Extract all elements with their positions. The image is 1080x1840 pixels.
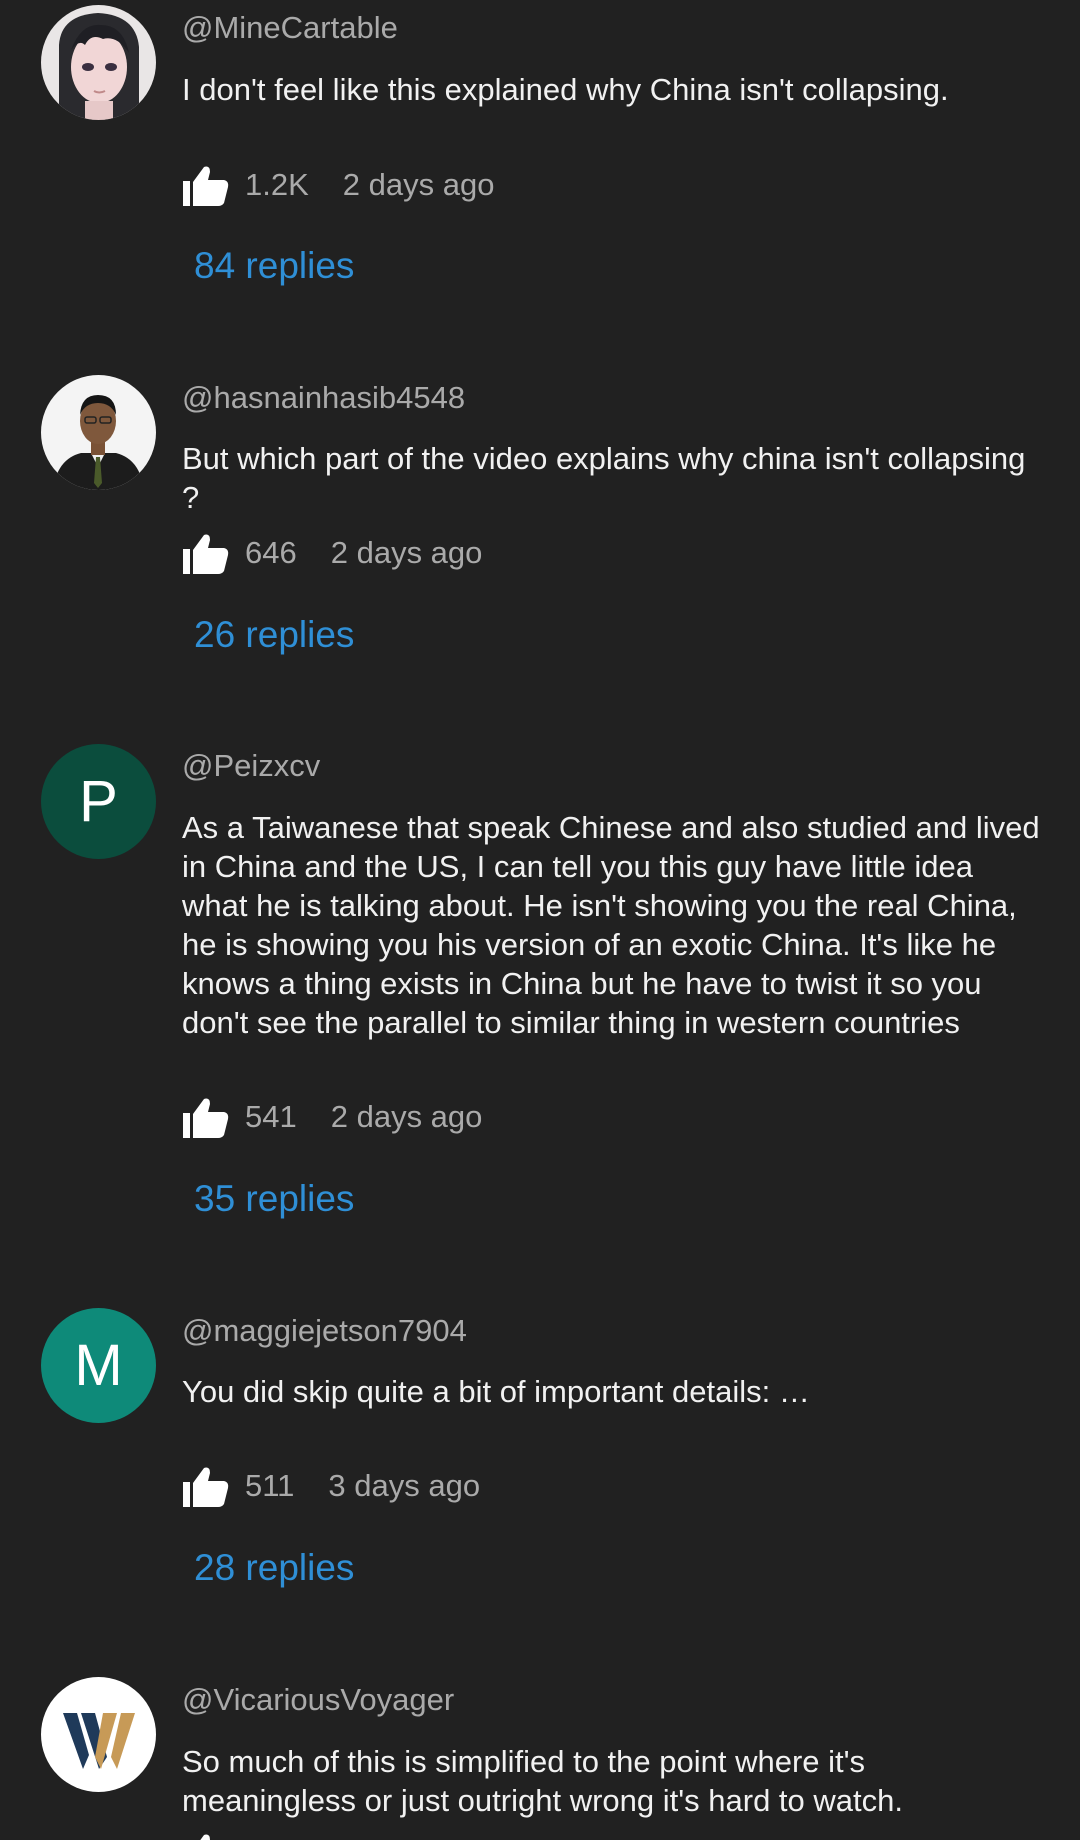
comment-author[interactable]: @hasnainhasib4548 xyxy=(182,380,465,416)
comment-author[interactable]: @maggiejetson7904 xyxy=(182,1313,467,1349)
avatar[interactable] xyxy=(41,1677,156,1792)
avatar[interactable] xyxy=(41,375,156,490)
comment-actions: 541 2 days ago xyxy=(182,1092,482,1142)
comment-actions: 646 2 days ago xyxy=(182,528,482,578)
view-replies-link[interactable]: 35 replies xyxy=(194,1177,354,1221)
thumbs-up-icon[interactable] xyxy=(182,1829,230,1840)
comment-author[interactable]: @VicariousVoyager xyxy=(182,1682,454,1718)
like-count: 541 xyxy=(245,1099,297,1134)
like-count: 646 xyxy=(245,535,297,570)
avatar[interactable] xyxy=(41,5,156,120)
comment-timestamp: 2 days ago xyxy=(330,1099,483,1134)
thumbs-up-icon[interactable] xyxy=(182,529,230,577)
comment-timestamp: 2 days ago xyxy=(330,535,483,570)
comments-list: @MineCartable I don't feel like this exp… xyxy=(0,0,1080,1840)
comment-timestamp: 2 days ago xyxy=(342,167,495,202)
comment-text: I don't feel like this explained why Chi… xyxy=(182,72,949,107)
comment-author[interactable]: @Peizxcv xyxy=(182,748,320,784)
thumbs-up-icon[interactable] xyxy=(182,161,230,209)
thumbs-up-icon[interactable] xyxy=(182,1462,230,1510)
view-replies-link[interactable]: 84 replies xyxy=(194,244,354,288)
comment-text: So much of this is simplified to the poi… xyxy=(182,1744,903,1818)
comment-timestamp: 3 days ago xyxy=(328,1468,481,1503)
w-logo-avatar xyxy=(41,1677,156,1792)
view-replies-link[interactable]: 26 replies xyxy=(194,613,354,657)
thumbs-up-icon[interactable] xyxy=(182,1093,230,1141)
comment-actions: 1.2K 2 days ago xyxy=(182,160,494,210)
like-count: 1.2K xyxy=(245,167,309,202)
anime-character-avatar xyxy=(41,5,156,120)
avatar[interactable]: P xyxy=(41,744,156,859)
comment-text: You did skip quite a bit of important de… xyxy=(182,1374,810,1409)
view-replies-link[interactable]: 28 replies xyxy=(194,1546,354,1590)
comment-author[interactable]: @MineCartable xyxy=(182,10,398,46)
man-in-suit-photo-avatar xyxy=(41,375,156,490)
comment-actions: 511 3 days ago xyxy=(182,1461,480,1511)
comment-actions xyxy=(182,1828,230,1840)
comment-text: As a Taiwanese that speak Chinese and al… xyxy=(182,810,1040,1040)
comment-text: But which part of the video explains why… xyxy=(182,441,1026,515)
avatar[interactable]: M xyxy=(41,1308,156,1423)
like-count: 511 xyxy=(245,1468,295,1503)
